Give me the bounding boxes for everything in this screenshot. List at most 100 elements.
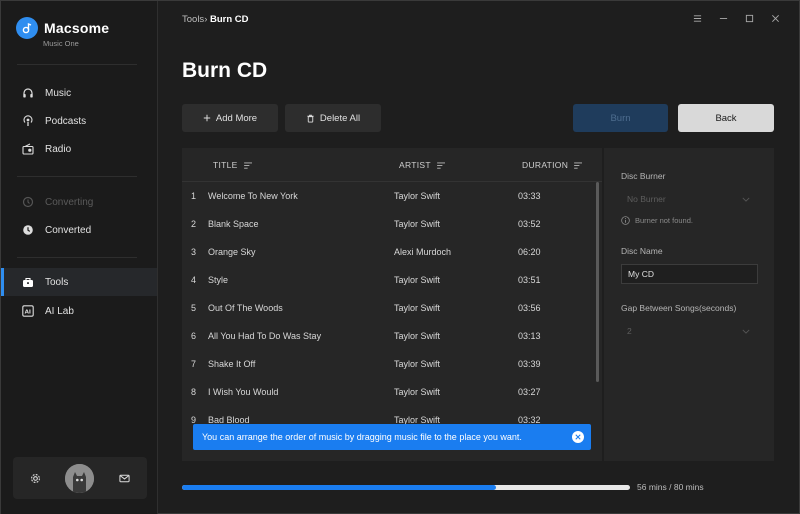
row-duration: 03:13 — [518, 331, 541, 341]
sidebar-item-ai-lab[interactable]: AI AI Lab — [1, 297, 157, 325]
sort-icon[interactable] — [574, 161, 583, 169]
row-title: I Wish You Would — [208, 387, 279, 397]
sidebar-item-radio[interactable]: Radio — [1, 135, 157, 163]
row-number: 8 — [191, 387, 197, 397]
toast-message: You can arrange the order of music by dr… — [202, 432, 522, 442]
info-toast: You can arrange the order of music by dr… — [193, 424, 591, 450]
chevron-down-icon — [742, 194, 750, 204]
back-button[interactable]: Back — [678, 104, 774, 132]
disc-burner-select[interactable]: No Burner — [621, 189, 758, 209]
row-number: 5 — [191, 303, 197, 313]
sort-icon[interactable] — [437, 161, 446, 169]
row-duration: 03:39 — [518, 359, 541, 369]
track-table: TITLE ARTIST DURATION 1 Welcome To New Y… — [182, 148, 602, 461]
radio-icon — [21, 142, 35, 156]
row-artist: Taylor Swift — [394, 331, 441, 341]
close-icon[interactable] — [769, 12, 781, 24]
column-duration[interactable]: DURATION — [522, 160, 583, 170]
row-artist: Taylor Swift — [394, 219, 441, 229]
burn-settings-panel: Disc Burner No Burner Burner not found. … — [604, 148, 774, 461]
row-duration: 03:51 — [518, 275, 541, 285]
headphones-icon — [21, 86, 35, 100]
gap-label: Gap Between Songs(seconds) — [621, 303, 737, 313]
row-number: 4 — [191, 275, 197, 285]
sidebar: Macsome Music One Music Podcasts Radio C… — [1, 1, 158, 514]
capacity-progress-fill — [182, 485, 496, 490]
table-row[interactable]: 4 Style Taylor Swift 03:51 — [182, 266, 594, 294]
sidebar-item-podcasts[interactable]: Podcasts — [1, 107, 157, 135]
info-icon — [621, 216, 630, 225]
table-row[interactable]: 2 Blank Space Taylor Swift 03:52 — [182, 210, 594, 238]
sidebar-item-label: Podcasts — [45, 115, 87, 127]
row-title: Out Of The Woods — [208, 303, 283, 313]
column-artist[interactable]: ARTIST — [399, 160, 446, 170]
maximize-icon[interactable] — [743, 12, 755, 24]
app-name: Macsome — [44, 20, 110, 36]
sidebar-item-converting[interactable]: Converting — [1, 188, 157, 216]
clock-icon — [21, 223, 35, 237]
row-title: Orange Sky — [208, 247, 256, 257]
column-title[interactable]: TITLE — [213, 160, 253, 170]
gap-select[interactable]: 2 — [621, 321, 758, 341]
mail-icon[interactable] — [117, 471, 131, 485]
table-row[interactable]: 6 All You Had To Do Was Stay Taylor Swif… — [182, 322, 594, 350]
window-controls — [691, 12, 781, 24]
row-duration: 03:27 — [518, 387, 541, 397]
app-subtitle: Music One — [43, 39, 79, 48]
column-title-label: TITLE — [213, 160, 238, 170]
row-artist: Taylor Swift — [394, 359, 441, 369]
avatar[interactable] — [65, 464, 94, 493]
toolbox-icon — [21, 275, 35, 289]
brand: Macsome — [16, 17, 109, 39]
row-artist: Taylor Swift — [394, 191, 441, 201]
table-row[interactable]: 5 Out Of The Woods Taylor Swift 03:56 — [182, 294, 594, 322]
menu-icon[interactable] — [691, 12, 703, 24]
row-artist: Alexi Murdoch — [394, 247, 452, 257]
sidebar-item-music[interactable]: Music — [1, 79, 157, 107]
row-duration: 06:20 — [518, 247, 541, 257]
add-more-button[interactable]: Add More — [182, 104, 278, 132]
table-row[interactable]: 1 Welcome To New York Taylor Swift 03:33 — [182, 182, 594, 210]
sidebar-item-label: Converting — [45, 196, 94, 208]
table-row[interactable]: 8 I Wish You Would Taylor Swift 03:27 — [182, 378, 594, 406]
breadcrumb-parent[interactable]: Tools — [182, 14, 204, 25]
table-scrollbar[interactable] — [596, 182, 599, 382]
delete-all-button[interactable]: Delete All — [285, 104, 381, 132]
sidebar-item-converted[interactable]: Converted — [1, 216, 157, 244]
column-artist-label: ARTIST — [399, 160, 431, 170]
divider — [17, 64, 137, 65]
disc-name-label: Disc Name — [621, 246, 663, 256]
row-duration: 03:33 — [518, 191, 541, 201]
divider — [17, 257, 137, 258]
plus-icon — [203, 114, 211, 122]
column-duration-label: DURATION — [522, 160, 569, 170]
converting-icon — [21, 195, 35, 209]
row-number: 2 — [191, 219, 197, 229]
sort-icon[interactable] — [243, 161, 253, 169]
burner-hint: Burner not found. — [621, 216, 693, 225]
toast-close-icon[interactable] — [572, 431, 584, 443]
table-header: TITLE ARTIST DURATION — [182, 148, 602, 182]
breadcrumb-separator: › — [204, 14, 208, 25]
table-row[interactable]: 3 Orange Sky Alexi Murdoch 06:20 — [182, 238, 594, 266]
trash-icon — [306, 114, 315, 123]
sidebar-item-label: Tools — [45, 276, 69, 288]
ai-icon: AI — [21, 304, 35, 318]
gap-value: 2 — [627, 326, 632, 336]
burner-hint-text: Burner not found. — [635, 216, 693, 225]
minimize-icon[interactable] — [717, 12, 729, 24]
row-title: Blank Space — [208, 219, 259, 229]
row-title: Style — [208, 275, 229, 285]
capacity-text: 56 mins / 80 mins — [637, 482, 704, 492]
table-row[interactable]: 7 Shake It Off Taylor Swift 03:39 — [182, 350, 594, 378]
disc-name-input[interactable]: My CD — [621, 264, 758, 284]
row-artist: Taylor Swift — [394, 275, 441, 285]
row-duration: 03:56 — [518, 303, 541, 313]
settings-icon[interactable] — [28, 471, 42, 485]
row-artist: Taylor Swift — [394, 387, 441, 397]
disc-burner-label: Disc Burner — [621, 171, 666, 181]
burn-button[interactable]: Burn — [573, 104, 668, 132]
row-number: 3 — [191, 247, 197, 257]
sidebar-item-tools[interactable]: Tools — [1, 268, 157, 296]
add-more-label: Add More — [215, 112, 258, 124]
